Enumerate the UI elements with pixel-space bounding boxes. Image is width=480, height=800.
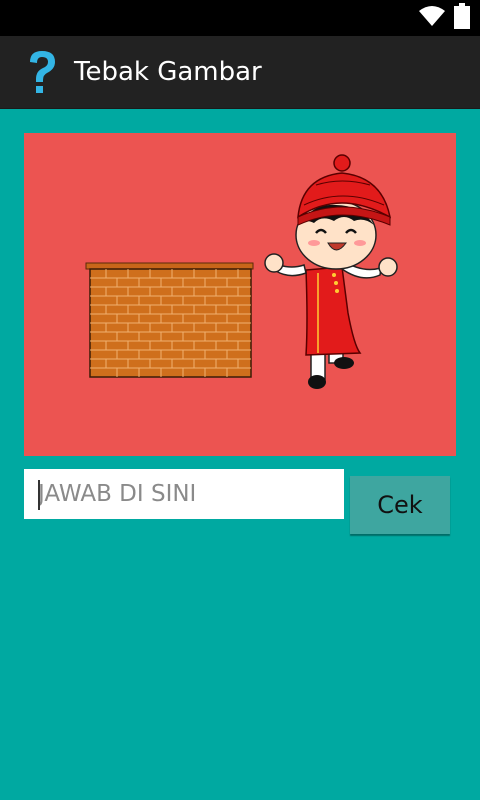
answer-input[interactable] xyxy=(24,469,344,519)
check-answer-button[interactable]: Cek xyxy=(350,476,450,534)
boy-picture xyxy=(264,154,398,389)
app-title: Tebak Gambar xyxy=(74,57,262,87)
question-mark-icon[interactable] xyxy=(22,48,62,96)
brick-wall-picture xyxy=(85,262,254,378)
wifi-icon xyxy=(418,5,446,32)
puzzle-image xyxy=(24,133,456,456)
text-caret xyxy=(38,480,40,510)
status-icons xyxy=(418,2,470,34)
status-bar xyxy=(0,0,480,36)
action-bar: Tebak Gambar xyxy=(0,36,480,110)
battery-icon xyxy=(454,2,470,34)
